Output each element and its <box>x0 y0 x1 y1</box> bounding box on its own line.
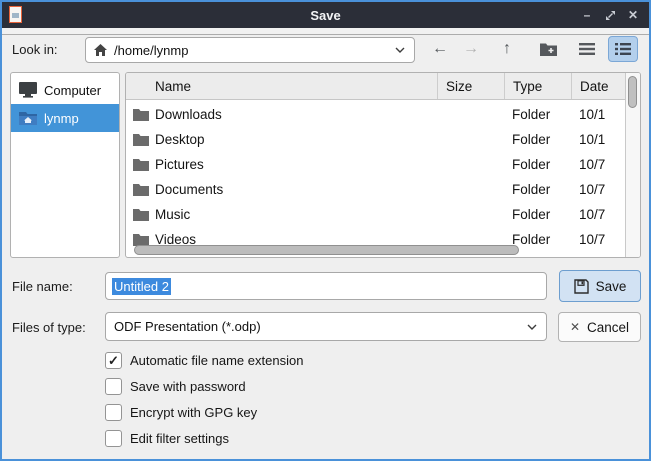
file-name-input[interactable]: Untitled 2 <box>105 272 547 300</box>
options-checkbox-group: ✓ Automatic file name extension Save wit… <box>105 347 303 451</box>
sidebar-item-computer[interactable]: Computer <box>11 76 119 104</box>
folder-icon <box>126 183 155 196</box>
save-button[interactable]: Save <box>559 270 641 302</box>
table-row[interactable]: Music Folder 10/7 <box>126 202 640 227</box>
save-button-label: Save <box>596 279 627 294</box>
file-name-label: File name: <box>12 279 73 294</box>
list-view-icon <box>579 43 595 55</box>
checkbox-unchecked[interactable] <box>105 378 122 395</box>
file-list: Name Size Type Date Downloads Folder 10/… <box>125 72 641 258</box>
forward-arrow-icon: → <box>463 40 479 58</box>
files-of-type-value: ODF Presentation (*.odp) <box>114 319 261 334</box>
folder-icon <box>126 108 155 121</box>
window-title: Save <box>2 8 649 23</box>
save-dialog-window: Save – ✕ Look in: /home/lynmp <box>0 0 651 461</box>
look-in-label: Look in: <box>12 42 58 57</box>
checkbox-edit-filter[interactable]: Edit filter settings <box>105 425 303 451</box>
look-in-path: /home/lynmp <box>114 43 188 58</box>
sidebar-item-lynmp[interactable]: lynmp <box>11 104 119 132</box>
file-list-header: Name Size Type Date <box>126 73 640 100</box>
file-name-value: Untitled 2 <box>112 278 171 295</box>
files-of-type-combobox[interactable]: ODF Presentation (*.odp) <box>105 312 547 341</box>
detail-view-button[interactable] <box>608 36 638 62</box>
checkbox-unchecked[interactable] <box>105 430 122 447</box>
separator-line <box>2 34 649 35</box>
column-header-name[interactable]: Name <box>126 73 437 99</box>
checkbox-unchecked[interactable] <box>105 404 122 421</box>
folder-icon <box>126 133 155 146</box>
cancel-button[interactable]: ✕ Cancel <box>558 312 641 342</box>
checkbox-encrypt-gpg[interactable]: Encrypt with GPG key <box>105 399 303 425</box>
titlebar[interactable]: Save – ✕ <box>2 2 649 28</box>
restore-icon <box>605 10 616 21</box>
files-of-type-label: Files of type: <box>12 320 86 335</box>
checkbox-label: Automatic file name extension <box>130 353 303 368</box>
checkbox-checked[interactable]: ✓ <box>105 352 122 369</box>
floppy-disk-icon <box>574 279 589 294</box>
back-arrow-icon: ← <box>432 40 448 58</box>
sidebar-item-label: lynmp <box>44 111 79 126</box>
new-folder-icon <box>540 42 557 56</box>
folder-icon <box>126 158 155 171</box>
table-row[interactable]: Downloads Folder 10/1 <box>126 102 640 127</box>
home-folder-icon <box>17 111 39 125</box>
table-row[interactable]: Documents Folder 10/7 <box>126 177 640 202</box>
new-folder-button[interactable] <box>535 36 561 62</box>
look-in-combobox[interactable]: /home/lynmp <box>85 37 415 63</box>
folder-icon <box>126 208 155 221</box>
checkbox-label: Save with password <box>130 379 246 394</box>
chevron-down-icon <box>527 324 537 330</box>
list-view-button[interactable] <box>574 36 600 62</box>
checkbox-label: Encrypt with GPG key <box>130 405 257 420</box>
back-button[interactable]: ← <box>427 36 453 62</box>
table-row[interactable]: Pictures Folder 10/7 <box>126 152 640 177</box>
checkbox-automatic-extension[interactable]: ✓ Automatic file name extension <box>105 347 303 373</box>
checkbox-save-with-password[interactable]: Save with password <box>105 373 303 399</box>
restore-button[interactable] <box>602 7 618 23</box>
detail-view-icon <box>615 43 631 55</box>
places-sidebar: Computer lynmp <box>10 72 120 258</box>
forward-button[interactable]: → <box>458 36 484 62</box>
monitor-icon <box>17 82 39 98</box>
close-button[interactable]: ✕ <box>625 7 641 23</box>
checkbox-label: Edit filter settings <box>130 431 229 446</box>
minimize-button[interactable]: – <box>579 7 595 23</box>
cancel-x-icon: ✕ <box>570 320 580 334</box>
table-row[interactable]: Desktop Folder 10/1 <box>126 127 640 152</box>
vertical-scrollbar[interactable] <box>625 73 640 257</box>
vertical-scrollbar-thumb[interactable] <box>628 76 637 108</box>
up-button[interactable]: ↑ <box>494 36 520 62</box>
cancel-button-label: Cancel <box>587 320 629 335</box>
column-header-type[interactable]: Type <box>504 73 571 99</box>
house-icon <box>94 44 107 56</box>
column-header-size[interactable]: Size <box>437 73 504 99</box>
sidebar-item-label: Computer <box>44 83 101 98</box>
chevron-down-icon <box>395 47 405 53</box>
horizontal-scrollbar-thumb[interactable] <box>134 245 519 255</box>
up-arrow-icon: ↑ <box>503 40 511 58</box>
